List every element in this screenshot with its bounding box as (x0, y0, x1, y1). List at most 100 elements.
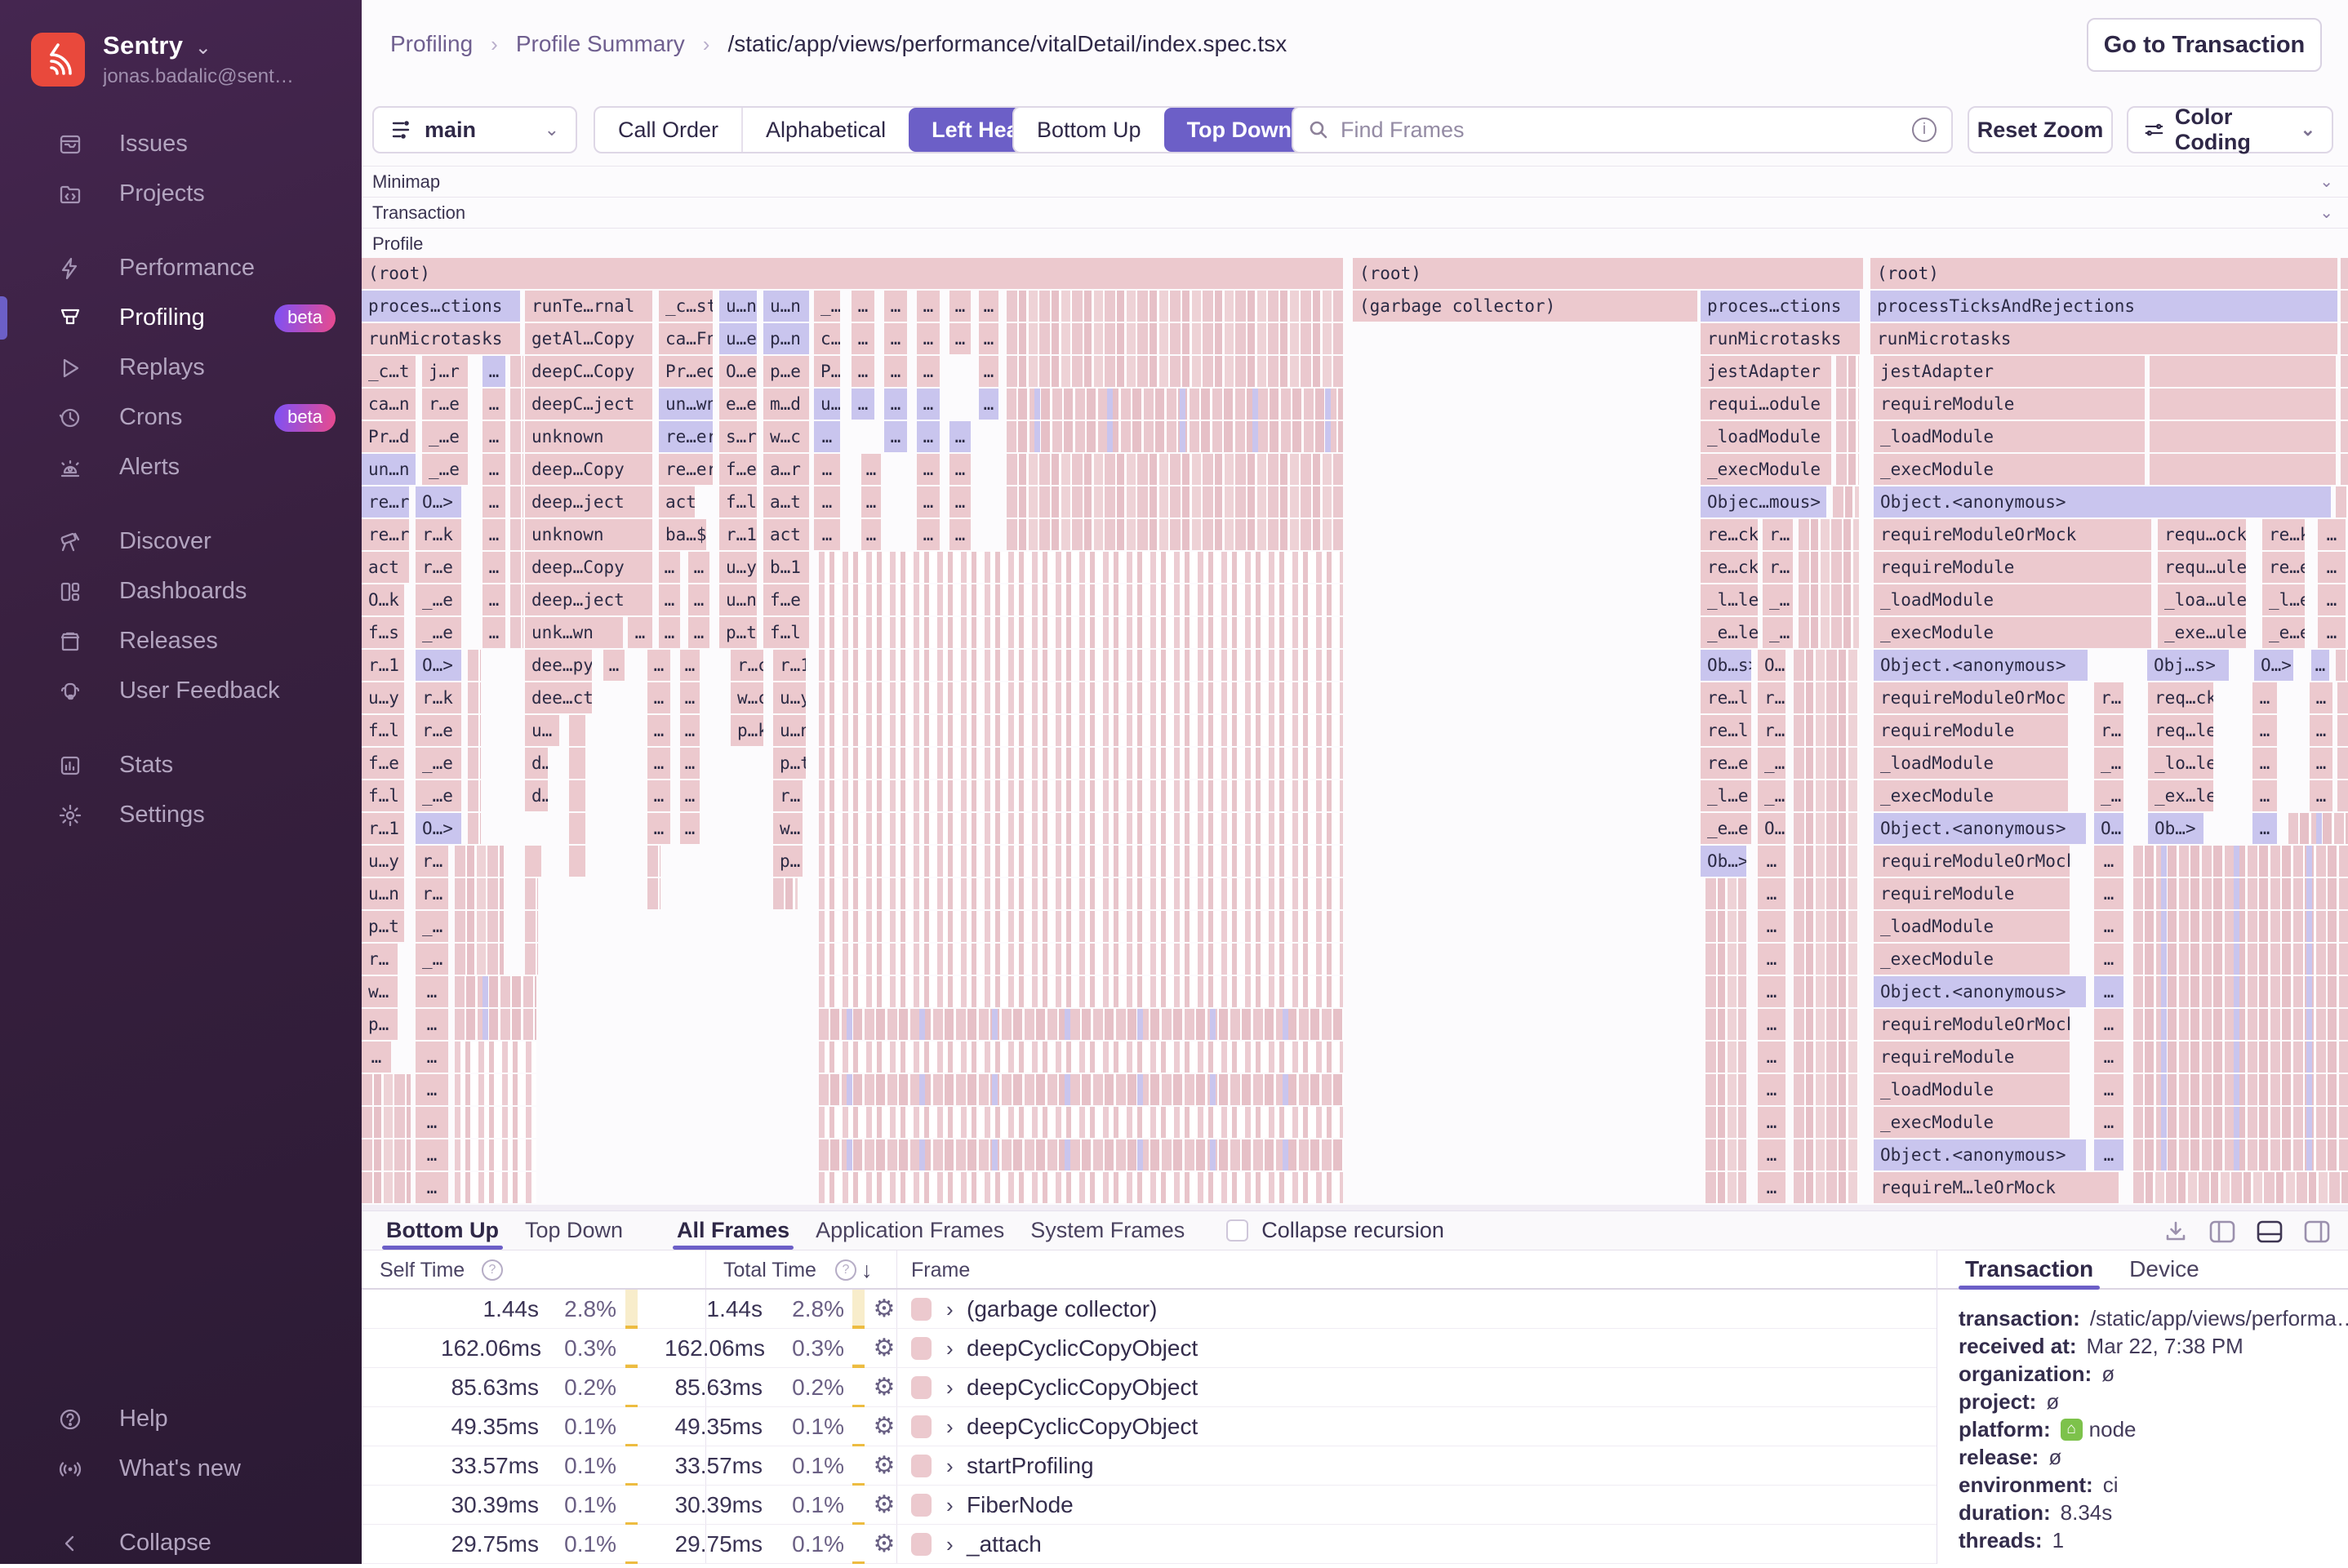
flame-frame[interactable]: c… (814, 323, 840, 354)
flame-frame[interactable]: req…ck (2148, 682, 2213, 713)
flame-texture[interactable] (362, 1139, 411, 1170)
flame-frame[interactable]: Object.<anonymous> (1874, 486, 2331, 517)
flame-frame[interactable]: r…e (422, 389, 468, 420)
flame-frame[interactable]: _… (2094, 780, 2123, 811)
flame-texture[interactable] (569, 715, 585, 746)
flame-frame[interactable]: Pr…d (362, 421, 416, 452)
flame-frame[interactable]: r…e (416, 552, 461, 583)
flame-texture[interactable] (455, 944, 504, 975)
flame-frame[interactable]: u…n (719, 291, 757, 322)
flame-frame[interactable]: Ob…> (1701, 846, 1746, 877)
flame-texture[interactable] (819, 584, 1343, 615)
flame-frame[interactable]: w… (362, 976, 398, 1007)
flame-texture[interactable] (1705, 878, 1746, 909)
flame-texture[interactable] (455, 1107, 536, 1138)
flame-texture[interactable] (1007, 454, 1343, 485)
flame-frame[interactable]: requireModule (1874, 715, 2068, 746)
flame-frame[interactable]: getAl…Copy (525, 323, 652, 354)
flame-frame[interactable]: ca…n (362, 389, 416, 420)
flame-texture[interactable] (525, 846, 541, 877)
frame-settings-gear-icon[interactable]: ⚙ (863, 1486, 905, 1525)
flame-texture[interactable] (1794, 813, 1859, 844)
flame-frame[interactable]: … (1758, 1139, 1785, 1170)
flame-frame[interactable]: … (416, 1172, 448, 1203)
flame-frame[interactable]: … (482, 454, 505, 485)
flame-frame[interactable]: Objec…mous> (1701, 486, 1826, 517)
flame-texture[interactable] (819, 1009, 1343, 1040)
flame-frame[interactable]: … (2094, 976, 2123, 1007)
sidebar-item-discover[interactable]: Discover (0, 517, 362, 566)
flame-frame[interactable]: f…s (362, 617, 404, 648)
total-time-info-icon[interactable]: ? (835, 1259, 856, 1281)
thread-select[interactable]: main ⌄ (372, 106, 577, 153)
chevron-down-icon[interactable]: ⌄ (2319, 202, 2333, 223)
flame-texture[interactable] (1705, 1172, 1746, 1203)
flame-frame[interactable]: r… (2094, 682, 2123, 713)
flame-frame[interactable]: … (482, 519, 505, 550)
frame-name[interactable]: deepCyclicCopyObject (967, 1368, 1198, 1407)
flame-frame[interactable]: re…l (1701, 682, 1751, 713)
flame-frame[interactable]: _c…st (659, 291, 713, 322)
flame-frame[interactable]: w…c (763, 421, 809, 452)
flame-frame[interactable]: unknown (525, 421, 652, 452)
expand-chevron-icon[interactable]: › (946, 1446, 954, 1486)
expand-chevron-icon[interactable]: › (946, 1329, 954, 1368)
flame-frame[interactable]: r…1 (362, 813, 404, 844)
flame-frame[interactable]: d… (525, 780, 548, 811)
flame-frame[interactable]: … (917, 356, 940, 387)
flame-frame[interactable]: (root) (1870, 258, 2337, 289)
flame-texture[interactable] (819, 650, 1343, 681)
flame-frame[interactable]: Pr…ed (659, 356, 713, 387)
sidebar-item-issues[interactable]: Issues (0, 119, 362, 169)
sidebar-item-stats[interactable]: Stats (0, 740, 362, 790)
flame-texture[interactable] (1794, 846, 1859, 877)
flame-texture[interactable] (2150, 421, 2336, 452)
flame-frame[interactable]: dee…py (525, 650, 592, 681)
flame-frame[interactable]: … (949, 486, 971, 517)
flame-frame[interactable]: _…e (416, 617, 461, 648)
flame-frame[interactable]: _…e (422, 454, 468, 485)
flame-frame[interactable]: … (659, 617, 680, 648)
tab-device[interactable]: Device (2123, 1250, 2206, 1288)
flame-frame[interactable]: requ…ule (2158, 552, 2246, 583)
flame-texture[interactable] (510, 389, 523, 420)
sidebar-item-collapse[interactable]: Collapse (0, 1518, 362, 1568)
flame-frame[interactable]: unknown (525, 519, 652, 550)
flame-frame[interactable]: p…k (731, 715, 763, 746)
flame-frame[interactable]: u…e (719, 323, 757, 354)
flame-frame[interactable]: requireModule (1874, 878, 2070, 909)
flame-texture[interactable] (525, 944, 538, 975)
flame-texture[interactable] (510, 584, 523, 615)
expand-chevron-icon[interactable]: › (946, 1290, 954, 1329)
flame-frame[interactable]: … (949, 519, 971, 550)
sort-direction-icon[interactable]: ↓ (861, 1250, 873, 1290)
flame-frame[interactable]: (root) (362, 258, 1343, 289)
flame-frame[interactable]: runTe…rnal (525, 291, 652, 322)
sort-call-order[interactable]: Call Order (595, 108, 741, 152)
flame-texture[interactable] (510, 356, 523, 387)
flame-frame[interactable]: _…e (422, 421, 468, 452)
tab-bottom-up[interactable]: Bottom Up (377, 1211, 508, 1250)
flame-texture[interactable] (1007, 486, 1343, 517)
flame-frame[interactable]: … (1758, 1009, 1785, 1040)
flame-frame[interactable]: … (647, 650, 670, 681)
flame-frame[interactable]: _e…le (1701, 617, 1758, 648)
flame-texture[interactable] (1794, 1042, 1859, 1073)
flame-frame[interactable]: b…1 (763, 552, 809, 583)
tab-all-frames[interactable]: All Frames (668, 1211, 798, 1250)
flame-texture[interactable] (2341, 454, 2348, 485)
flame-texture[interactable] (510, 617, 523, 648)
flame-frame[interactable]: … (680, 650, 700, 681)
flame-frame[interactable]: … (917, 323, 940, 354)
flame-frame[interactable]: re…e (1701, 748, 1751, 779)
flame-frame[interactable]: _execModule (1874, 617, 2151, 648)
flame-frame[interactable]: f…e (362, 748, 404, 779)
flame-texture[interactable] (647, 846, 660, 877)
flame-frame[interactable]: deep…Copy (525, 552, 652, 583)
flame-frame[interactable]: _e…e (2262, 617, 2305, 648)
frame-settings-gear-icon[interactable]: ⚙ (863, 1368, 905, 1407)
flame-frame[interactable]: Object.<anonymous> (1874, 976, 2086, 1007)
flame-frame[interactable]: r… (1758, 682, 1785, 713)
flame-frame[interactable]: … (884, 389, 907, 420)
flame-frame[interactable]: requireModuleOrMock (1874, 846, 2070, 877)
